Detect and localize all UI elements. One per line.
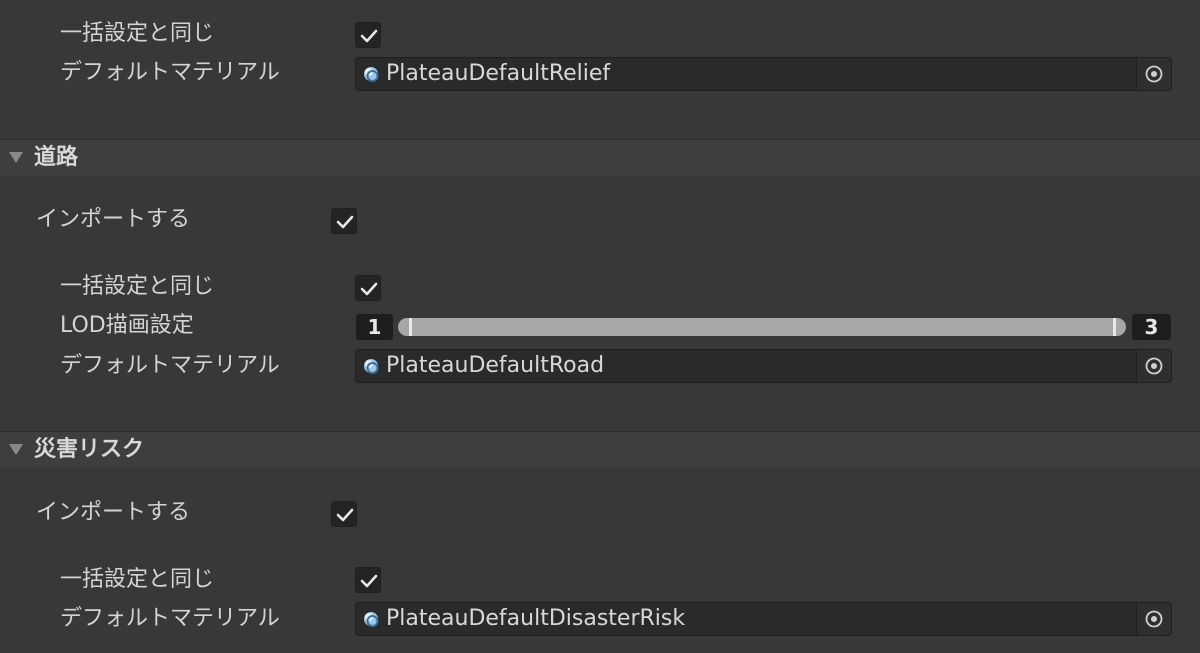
road-material-picker-button[interactable] (1136, 350, 1171, 382)
road-lod-min-field[interactable]: 1 (356, 314, 393, 340)
check-icon (360, 29, 378, 43)
disaster-default-material-label: デフォルトマテリアル (60, 606, 280, 631)
disaster-default-material-value: PlateauDefaultDisasterRisk (386, 606, 686, 631)
road-lod-max-handle[interactable] (1113, 318, 1116, 336)
material-sphere-icon (364, 67, 379, 82)
road-section-title: 道路 (34, 145, 79, 170)
target-icon (1145, 65, 1163, 83)
disaster-default-material-field[interactable]: PlateauDefaultDisasterRisk (355, 602, 1172, 636)
road-same-as-bulk-checkbox[interactable] (355, 275, 381, 301)
relief-material-picker-button[interactable] (1136, 58, 1171, 90)
disaster-import-label: インポートする (36, 500, 191, 525)
road-lod-min-handle[interactable] (409, 318, 412, 336)
material-sphere-icon (364, 359, 379, 374)
check-icon (360, 282, 378, 296)
disaster-section-title: 災害リスク (34, 437, 145, 462)
check-icon (336, 215, 354, 229)
road-default-material-value: PlateauDefaultRoad (386, 353, 605, 378)
disaster-section-header[interactable]: 災害リスク (0, 431, 1200, 468)
check-icon (360, 574, 378, 588)
road-default-material-field[interactable]: PlateauDefaultRoad (355, 349, 1172, 383)
relief-default-material-label: デフォルトマテリアル (60, 60, 280, 85)
triangle-down-icon (9, 444, 23, 455)
disaster-same-as-bulk-label: 一括設定と同じ (60, 567, 215, 592)
relief-default-material-value: PlateauDefaultRelief (386, 61, 611, 86)
triangle-down-icon (9, 152, 23, 163)
road-import-checkbox[interactable] (331, 208, 357, 234)
target-icon (1145, 357, 1163, 375)
road-section-header[interactable]: 道路 (0, 139, 1200, 176)
road-same-as-bulk-label: 一括設定と同じ (60, 274, 215, 299)
road-lod-label: LOD描画設定 (60, 313, 194, 338)
target-icon (1145, 610, 1163, 628)
disaster-material-picker-button[interactable] (1136, 603, 1171, 635)
road-default-material-label: デフォルトマテリアル (60, 353, 280, 378)
material-sphere-icon (364, 612, 379, 627)
road-lod-range-slider[interactable] (398, 318, 1126, 336)
road-import-label: インポートする (36, 207, 191, 232)
road-lod-max-field[interactable]: 3 (1132, 314, 1171, 340)
relief-default-material-field[interactable]: PlateauDefaultRelief (355, 57, 1172, 91)
check-icon (336, 508, 354, 522)
relief-same-as-bulk-checkbox[interactable] (355, 22, 381, 48)
relief-same-as-bulk-label: 一括設定と同じ (60, 21, 215, 46)
disaster-import-checkbox[interactable] (331, 501, 357, 527)
disaster-same-as-bulk-checkbox[interactable] (355, 567, 381, 593)
